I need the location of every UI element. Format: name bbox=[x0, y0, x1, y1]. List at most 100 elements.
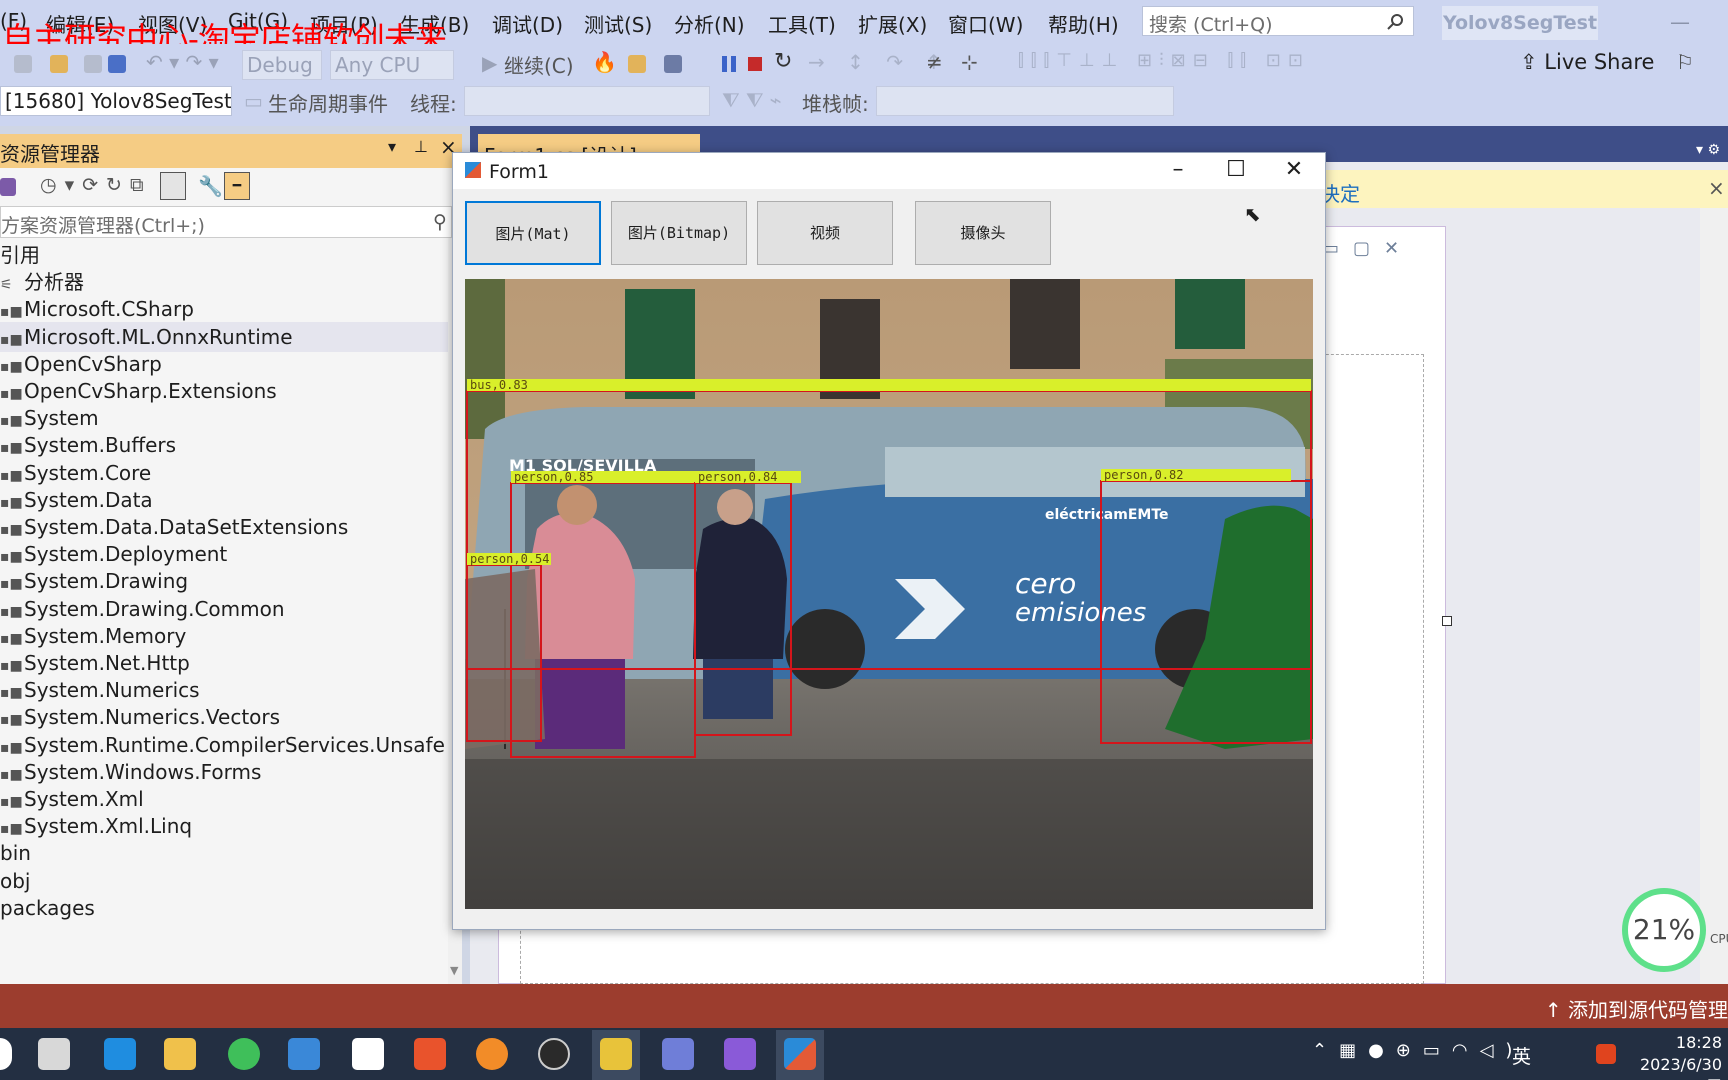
restart-icon[interactable]: ↻ bbox=[774, 49, 792, 74]
taskbar-browser-icon[interactable] bbox=[228, 1038, 260, 1070]
taskbar-explorer-icon[interactable] bbox=[164, 1038, 196, 1070]
tree-item[interactable]: ▪■System.Xml.Linq bbox=[0, 811, 448, 841]
panel-dropdown-icon[interactable]: ▾ bbox=[388, 137, 396, 156]
tree-item[interactable]: ▪■System.Data.DataSetExtensions bbox=[0, 512, 448, 542]
undo-icon[interactable]: ↶ ▾ ↷ ▾ bbox=[146, 50, 219, 74]
tree-item[interactable]: ▪■System.Windows.Forms bbox=[0, 757, 448, 787]
menu-window[interactable]: 窗口(W) bbox=[948, 9, 1023, 38]
history-refresh-icons[interactable]: ◷▾⟳↻⧉ bbox=[40, 174, 152, 196]
preview-icon[interactable]: ━ bbox=[224, 172, 250, 200]
tree-item[interactable]: ▪■System.Memory bbox=[0, 621, 448, 651]
taskbar-monitor-icon[interactable] bbox=[600, 1038, 632, 1070]
tree-item[interactable]: obj bbox=[0, 866, 448, 896]
open-folder-icon[interactable] bbox=[50, 55, 68, 73]
tree-item[interactable]: bin bbox=[0, 838, 448, 868]
show-all-files-icon[interactable] bbox=[160, 172, 186, 200]
taskbar-app-icon[interactable] bbox=[104, 1038, 136, 1070]
tree-item[interactable]: ▪■System.Numerics.Vectors bbox=[0, 702, 448, 732]
menu-help[interactable]: 帮助(H) bbox=[1048, 9, 1119, 38]
person-partial bbox=[465, 569, 545, 749]
save-icon[interactable] bbox=[84, 55, 102, 73]
continue-button[interactable]: 继续(C) bbox=[504, 50, 574, 79]
maximize-icon[interactable]: ☐ bbox=[1207, 153, 1265, 189]
image-mat-button[interactable]: 图片(Mat) bbox=[465, 201, 601, 265]
taskbar-notepad-icon[interactable] bbox=[38, 1038, 70, 1070]
layout-toolbar-icons[interactable]: ⫿⫿⫿⊤⊥⊥ ⊞⫶⊠⊟ ⫿⫿ ⊡⊡ bbox=[1018, 50, 1310, 71]
new-item-icon[interactable] bbox=[14, 55, 32, 73]
tree-item[interactable]: ▪■System.Drawing bbox=[0, 566, 448, 596]
ime-indicator[interactable]: 英 bbox=[1512, 1042, 1531, 1069]
camera-button[interactable]: 摄像头 bbox=[915, 201, 1051, 265]
tree-item[interactable]: packages bbox=[0, 893, 448, 923]
properties-icon[interactable]: 🔧 bbox=[198, 174, 223, 198]
menu-debug[interactable]: 调试(D) bbox=[492, 9, 563, 38]
taskbar-obs-icon[interactable] bbox=[538, 1038, 570, 1070]
continue-icon[interactable]: ▶ bbox=[482, 51, 497, 75]
tree-item[interactable]: ▪■OpenCvSharp bbox=[0, 349, 448, 379]
tree-item[interactable]: ▪■System.Data bbox=[0, 485, 448, 515]
taskbar-audio-icon[interactable] bbox=[476, 1038, 508, 1070]
feedback-icon[interactable]: ⚐ bbox=[1676, 50, 1694, 74]
screenshot-icon[interactable] bbox=[664, 55, 682, 73]
taskbar-form1-icon[interactable] bbox=[784, 1038, 816, 1070]
image-bitmap-button[interactable]: 图片(Bitmap) bbox=[611, 201, 747, 265]
lifecycle-events-dropdown[interactable]: 生命周期事件 bbox=[268, 88, 388, 117]
live-share-button[interactable]: ⇪ Live Share bbox=[1520, 50, 1654, 74]
hot-reload-icon[interactable]: 🔥 bbox=[592, 50, 617, 74]
minimize-icon[interactable]: — bbox=[1670, 10, 1690, 34]
tree-item[interactable]: ▪■System bbox=[0, 403, 448, 433]
tree-item[interactable]: 引用 bbox=[0, 240, 448, 270]
tree-item[interactable]: ▪■OpenCvSharp.Extensions bbox=[0, 376, 448, 406]
taskbar-docs-icon[interactable] bbox=[288, 1038, 320, 1070]
pin-icon[interactable]: ⊥ bbox=[414, 137, 428, 156]
breakpoint-icons[interactable]: ≠ ⊹ bbox=[926, 50, 984, 74]
close-icon[interactable]: ✕ bbox=[1265, 153, 1323, 189]
search-input[interactable]: 搜索 (Ctrl+Q) bbox=[1142, 6, 1414, 36]
tree-item[interactable]: ▪■System.Buffers bbox=[0, 430, 448, 460]
taskbar-vs-installer-icon[interactable] bbox=[662, 1038, 694, 1070]
tree-item[interactable]: ▪■System.Net.Http bbox=[0, 648, 448, 678]
menu-test[interactable]: 测试(S) bbox=[584, 9, 652, 38]
tree-item[interactable]: ▪■System.Deployment bbox=[0, 539, 448, 569]
menu-extensions[interactable]: 扩展(X) bbox=[858, 9, 927, 38]
video-button[interactable]: 视频 bbox=[757, 201, 893, 265]
process-dropdown[interactable]: [15680] Yolov8SegTest. bbox=[0, 86, 232, 116]
tree-item[interactable]: ▪■System.Numerics bbox=[0, 675, 448, 705]
menu-tools[interactable]: 工具(T) bbox=[768, 9, 836, 38]
taskbar-clock[interactable]: 18:28 2023/6/30 周 bbox=[1632, 1032, 1722, 1080]
tree-item[interactable]: ⚟ 分析器 bbox=[0, 267, 448, 297]
taskbar-visual-studio-icon[interactable] bbox=[724, 1038, 756, 1070]
save-all-icon[interactable] bbox=[108, 55, 126, 73]
solution-search-input[interactable]: 方案资源管理器(Ctrl+;) ⚲ bbox=[0, 206, 452, 238]
thread-filter-icons[interactable]: ⧨⧨⌁ bbox=[722, 88, 788, 112]
browse-icon[interactable] bbox=[628, 55, 646, 73]
scroll-down-icon[interactable]: ▼ bbox=[450, 964, 458, 977]
thread-dropdown[interactable] bbox=[464, 86, 710, 116]
config-dropdown[interactable]: Debug bbox=[242, 50, 322, 80]
minimize-icon[interactable]: – bbox=[1149, 153, 1207, 189]
stackframe-dropdown[interactable] bbox=[876, 86, 1174, 116]
tab-overflow-icon[interactable]: ▾ ⚙ bbox=[1696, 142, 1720, 158]
tree-item[interactable]: ▪■System.Runtime.CompilerServices.Unsafe bbox=[0, 730, 448, 760]
editor-scrollbar[interactable] bbox=[1700, 208, 1728, 984]
notification-text[interactable]: 决定 bbox=[1320, 178, 1360, 207]
tree-item-label: System.Xml bbox=[24, 787, 144, 811]
tree-item[interactable]: ▪■Microsoft.CSharp bbox=[0, 294, 448, 324]
tree-item[interactable]: ▪■System.Drawing.Common bbox=[0, 594, 448, 624]
sync-icon[interactable] bbox=[0, 178, 16, 196]
tree-item[interactable]: ▪■Microsoft.ML.OnnxRuntime bbox=[0, 321, 448, 352]
close-notification-icon[interactable]: × bbox=[1708, 176, 1725, 200]
platform-dropdown[interactable]: Any CPU bbox=[330, 50, 454, 80]
taskbar-upx-icon[interactable] bbox=[352, 1038, 384, 1070]
tree-item[interactable]: ▪■System.Xml bbox=[0, 784, 448, 814]
tree-item[interactable]: ▪■System.Core bbox=[0, 458, 448, 488]
pause-icon[interactable] bbox=[722, 56, 736, 72]
system-tray-icons[interactable]: ⌃▦●⊕▭◠◁) bbox=[1312, 1040, 1524, 1061]
stop-icon[interactable] bbox=[748, 57, 762, 71]
resize-handle[interactable] bbox=[1442, 616, 1452, 626]
input-method-icon[interactable] bbox=[1596, 1044, 1616, 1064]
menu-analyze[interactable]: 分析(N) bbox=[674, 9, 745, 38]
taskbar-git-icon[interactable] bbox=[414, 1038, 446, 1070]
add-to-source-control[interactable]: ↑ 添加到源代码管理 bbox=[1545, 994, 1728, 1023]
form1-title: Form1 bbox=[489, 161, 549, 183]
